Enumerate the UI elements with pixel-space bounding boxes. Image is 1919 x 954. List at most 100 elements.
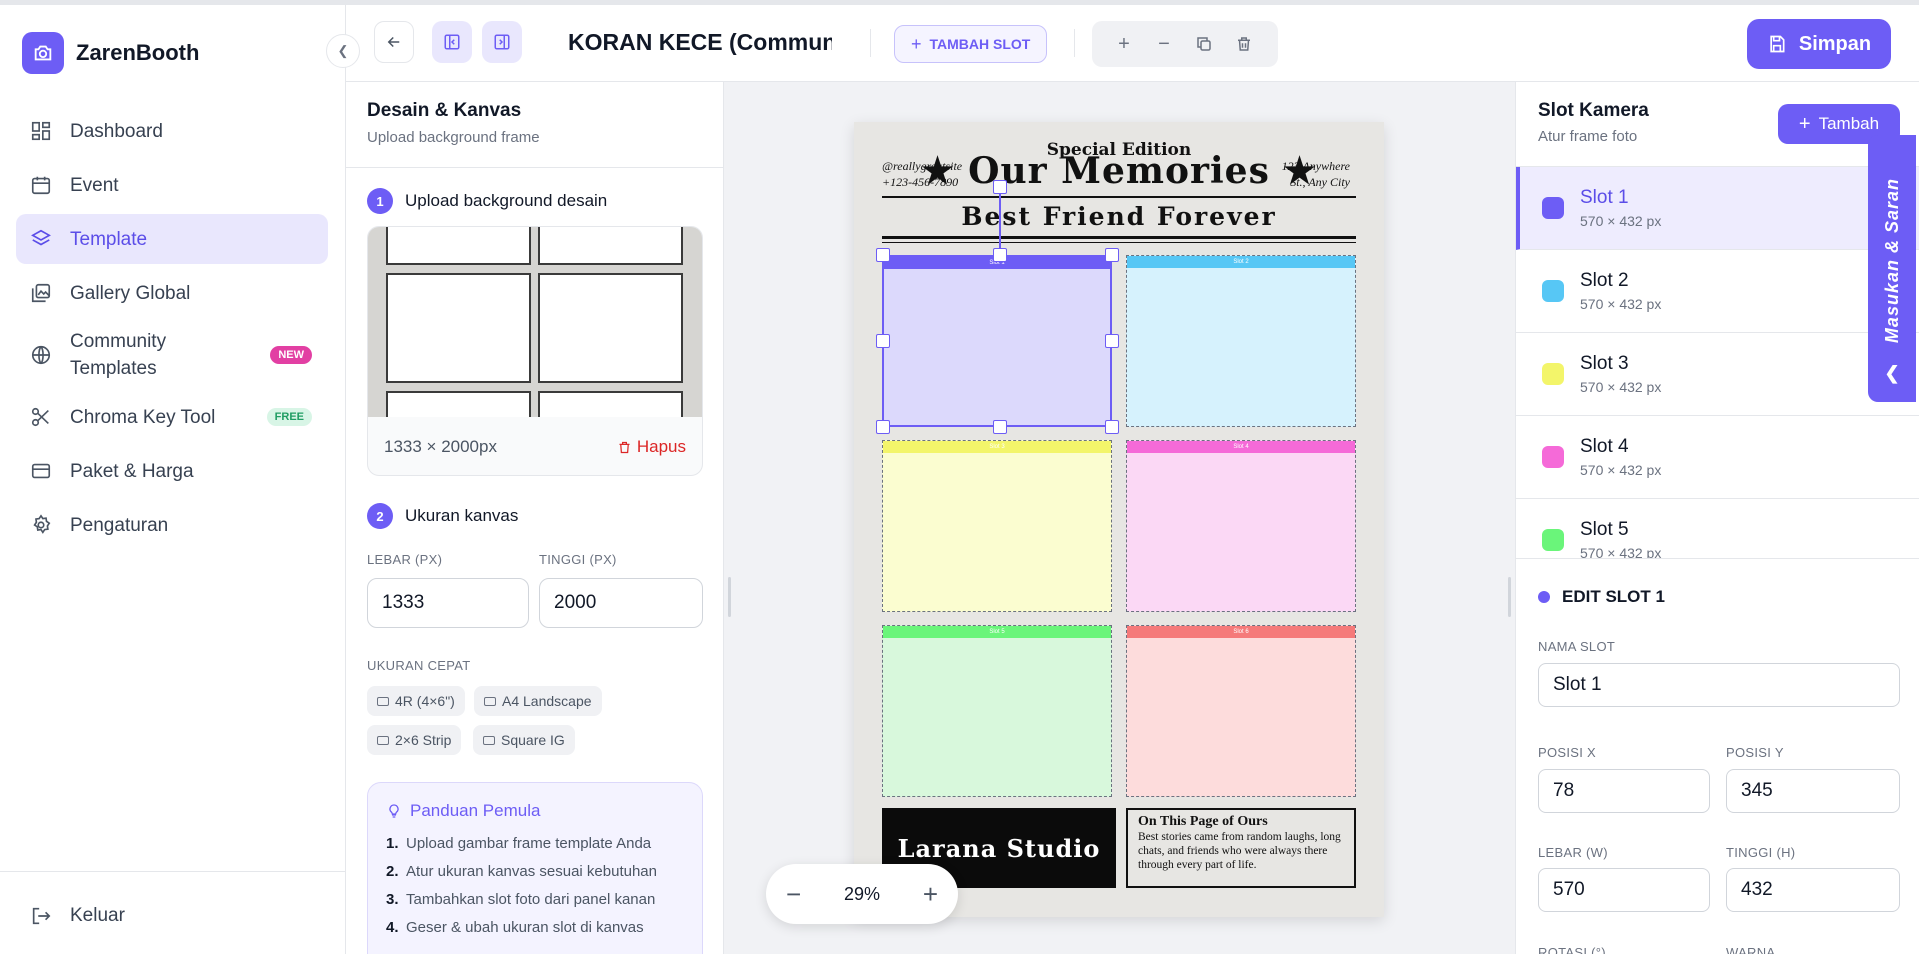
canvas-workspace[interactable]: Special Edition @reallygreatsite +123-456… — [724, 82, 1515, 954]
resize-handle[interactable] — [876, 248, 890, 262]
delete-background-button[interactable]: Hapus — [617, 437, 686, 457]
collapse-sidebar-button[interactable]: ❮ — [326, 34, 360, 68]
pos-x-input[interactable]: 78 — [1538, 769, 1710, 813]
panel-subtitle: Upload background frame — [367, 129, 540, 146]
guide-step: 4. Geser & ubah ukuran slot di kanvas — [386, 919, 644, 936]
slot-list-item[interactable]: Slot 3 570 × 432 px — [1516, 333, 1919, 416]
canvas-height-input[interactable]: 2000 — [539, 578, 703, 628]
template-canvas[interactable]: Special Edition @reallygreatsite +123-456… — [854, 122, 1384, 917]
duplicate-button[interactable] — [1184, 24, 1224, 64]
brand[interactable]: ZarenBooth — [22, 32, 199, 74]
resize-handle[interactable] — [1105, 248, 1119, 262]
resize-handle[interactable] — [1105, 420, 1119, 434]
height-label: TINGGI (H) — [1726, 845, 1796, 860]
back-button[interactable] — [374, 21, 414, 63]
dashboard-icon — [31, 121, 51, 141]
add-slot-button[interactable]: + TAMBAH SLOT — [894, 25, 1048, 63]
slot-list-item[interactable]: Slot 1 570 × 432 px — [1516, 167, 1919, 250]
chip-label: 2×6 Strip — [395, 732, 452, 748]
delete-slot-button[interactable] — [1224, 24, 1264, 64]
resize-handle[interactable] — [993, 248, 1007, 262]
logout-button[interactable]: Keluar — [0, 871, 346, 954]
slot-tools: + − — [1092, 21, 1278, 67]
sidebar-item-dashboard[interactable]: Dashboard — [16, 106, 328, 156]
resize-handle[interactable] — [876, 334, 890, 348]
zoom-control: − 29% + — [766, 864, 958, 924]
chip-label: A4 Landscape — [502, 693, 592, 709]
add-slot-label: TAMBAH SLOT — [929, 36, 1031, 52]
slot-name: Slot 3 — [1580, 353, 1629, 374]
plus-icon: + — [1118, 32, 1130, 55]
left-resize-handle[interactable] — [728, 577, 731, 617]
newspaper-title: ★ Our Memories ★ — [921, 150, 1317, 192]
canvas-slot-3[interactable]: Slot 3 — [882, 440, 1112, 612]
slot-panel: Slot Kamera Atur frame foto + Tambah Slot… — [1515, 82, 1919, 954]
resize-handle[interactable] — [1105, 334, 1119, 348]
slot-width-input[interactable]: 570 — [1538, 868, 1710, 912]
gallery-icon — [31, 283, 51, 303]
sidebar-item-gallery-global[interactable]: Gallery Global — [16, 268, 328, 318]
scissors-icon — [31, 407, 49, 427]
save-button[interactable]: Simpan — [1747, 19, 1891, 69]
slot-name-input[interactable]: Slot 1 — [1538, 663, 1900, 707]
pos-y-label: POSISI Y — [1726, 745, 1784, 760]
canvas-slot-5[interactable]: Slot 5 — [882, 625, 1112, 797]
step-canvas-size: 2 Ukuran kanvas — [367, 503, 518, 529]
slot-list-item[interactable]: Slot 2 570 × 432 px — [1516, 250, 1919, 333]
sidebar-item-chroma-key-tool[interactable]: Chroma Key Tool FREE — [16, 392, 328, 442]
quick-size-strip[interactable]: 2×6 Strip — [367, 725, 462, 755]
sidebar-item-event[interactable]: Event — [16, 160, 328, 210]
canvas-slot-4[interactable]: Slot 4 — [1126, 440, 1356, 612]
divider — [870, 29, 871, 57]
preview-slot — [386, 227, 531, 265]
slot-list-item[interactable]: Slot 5 570 × 432 px — [1516, 499, 1919, 558]
zoom-in-button[interactable]: + — [1104, 24, 1144, 64]
slot-label: Slot 3 — [883, 441, 1111, 453]
template-title[interactable]: KORAN KECE (Community) — [568, 29, 832, 56]
sidebar-item-label: Community Templates — [70, 331, 167, 379]
background-preview-image[interactable] — [368, 227, 702, 417]
zoom-out-button[interactable]: − — [1144, 24, 1184, 64]
slot-size: 570 × 432 px — [1580, 545, 1662, 558]
globe-icon — [31, 345, 51, 365]
zoom-out-button[interactable]: − — [786, 879, 801, 910]
edit-title: EDIT SLOT 1 — [1562, 587, 1665, 606]
slot-list-item[interactable]: Slot 4 570 × 432 px — [1516, 416, 1919, 499]
pos-y-input[interactable]: 345 — [1726, 769, 1900, 813]
resize-handle[interactable] — [876, 420, 890, 434]
right-resize-handle[interactable] — [1508, 577, 1511, 617]
slot-name: Slot 5 — [1580, 519, 1629, 540]
slot-color-swatch — [1542, 197, 1564, 219]
feedback-label: Masukan & Saran — [1881, 177, 1902, 343]
rotate-handle[interactable] — [993, 180, 1007, 194]
delete-label: Hapus — [636, 437, 686, 456]
sidebar-item-pengaturan[interactable]: Pengaturan — [16, 500, 328, 550]
zoom-in-button[interactable]: + — [923, 879, 938, 910]
sidebar-item-community-templates[interactable]: Community Templates NEW — [16, 322, 328, 388]
quick-size-4r[interactable]: 4R (4×6") — [367, 686, 465, 716]
canvas-width-input[interactable]: 1333 — [367, 578, 529, 628]
quick-size-square-ig[interactable]: Square IG — [473, 725, 575, 755]
chip-label: Square IG — [501, 732, 565, 748]
canvas-slot-1[interactable]: Slot 1 — [882, 255, 1112, 427]
toggle-right-panel-button[interactable] — [482, 21, 522, 63]
canvas-slot-2[interactable]: Slot 2 — [1126, 255, 1356, 427]
quick-size-a4-landscape[interactable]: A4 Landscape — [474, 686, 602, 716]
sidebar-item-label: Dashboard — [70, 120, 163, 142]
feedback-tab[interactable]: Masukan & Saran ❮ — [1868, 135, 1916, 402]
divider — [1074, 29, 1075, 57]
slot-size: 570 × 432 px — [1580, 296, 1662, 312]
trash-icon — [619, 441, 630, 453]
sidebar-item-label: Event — [70, 174, 119, 196]
toggle-left-panel-button[interactable] — [432, 21, 472, 63]
slot-height-input[interactable]: 432 — [1726, 868, 1900, 912]
edit-slot-form: EDIT SLOT 1 NAMA SLOT Slot 1 POSISI X PO… — [1516, 558, 1919, 954]
sidebar-item-template[interactable]: Template — [16, 214, 328, 264]
guide-step: 2. Atur ukuran kanvas sesuai kebutuhan — [386, 863, 657, 880]
slot-size: 570 × 432 px — [1580, 379, 1662, 395]
canvas-slot-6[interactable]: Slot 6 — [1126, 625, 1356, 797]
save-label: Simpan — [1798, 32, 1872, 55]
sidebar-item-paket-harga[interactable]: Paket & Harga — [16, 446, 328, 496]
trash-icon — [1238, 37, 1250, 51]
resize-handle[interactable] — [993, 420, 1007, 434]
